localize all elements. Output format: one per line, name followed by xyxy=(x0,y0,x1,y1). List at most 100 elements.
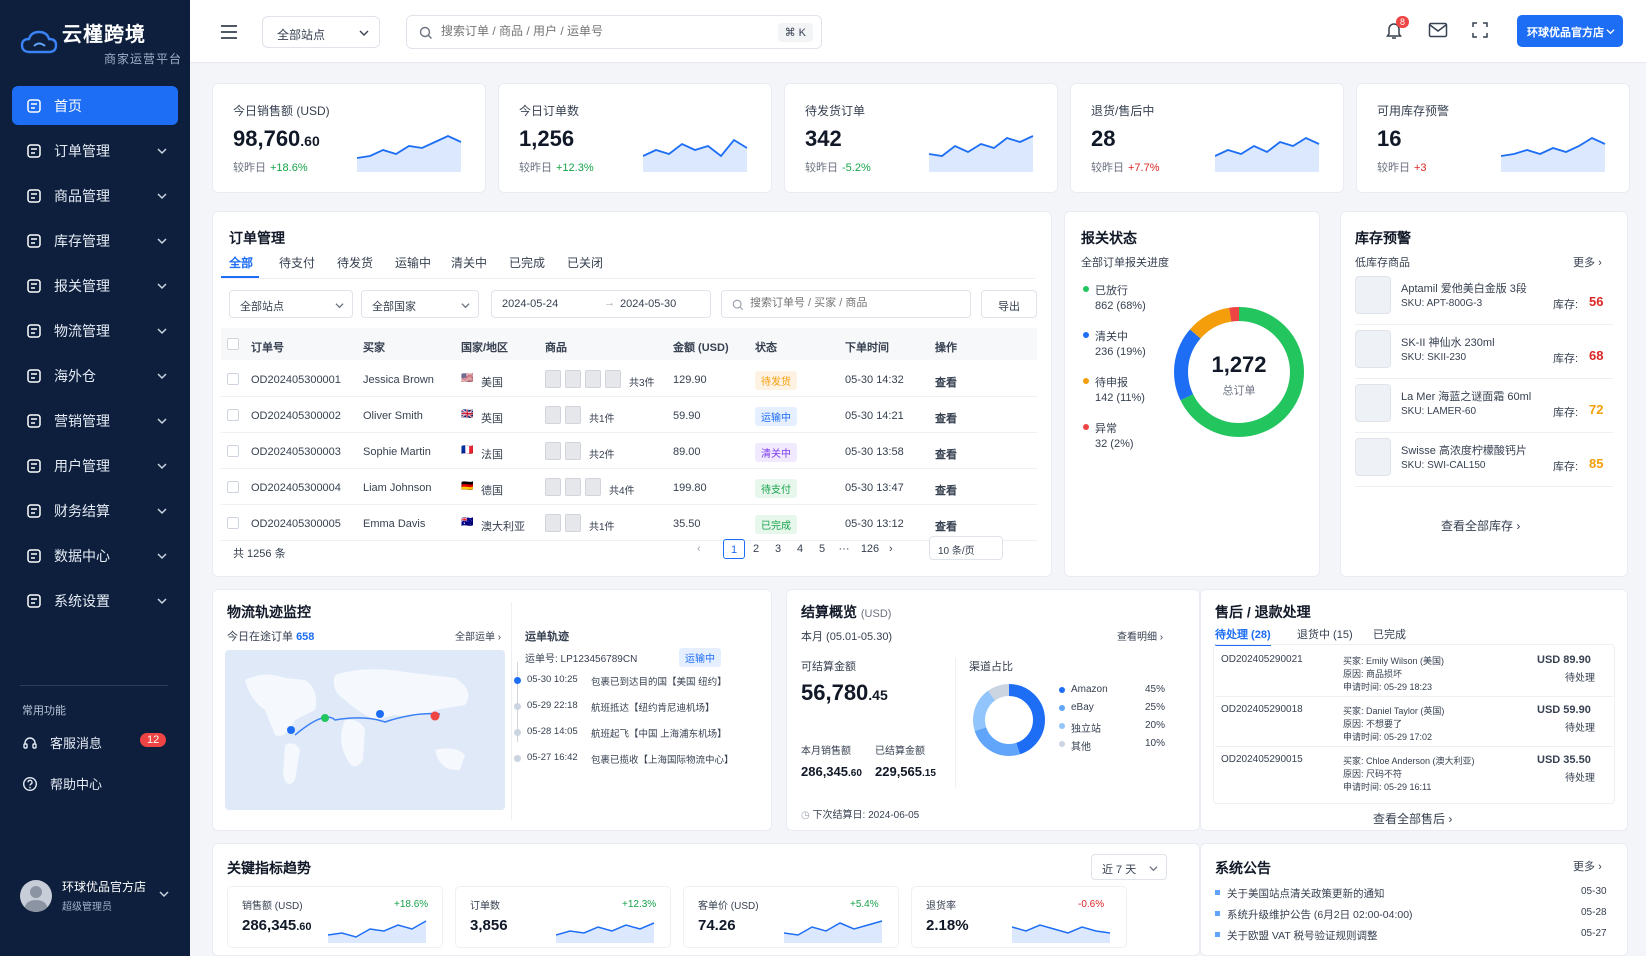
order-id-link[interactable]: OD202405300003 xyxy=(251,446,341,458)
aftersale-order-id[interactable]: OD202405290018 xyxy=(1221,704,1303,715)
mail-icon[interactable] xyxy=(1428,22,1448,38)
global-search-input[interactable] xyxy=(441,24,741,38)
row-checkbox[interactable] xyxy=(227,445,239,457)
view-order-link[interactable]: 查看 xyxy=(935,410,957,426)
page-button[interactable]: 2 xyxy=(745,539,767,559)
notice-text[interactable]: 关于欧盟 VAT 税号验证规则调整 xyxy=(1227,928,1378,943)
site-filter[interactable]: 全部站点 xyxy=(229,290,353,318)
order-tab-0[interactable]: 全部 xyxy=(229,254,253,271)
order-tab-5[interactable]: 已完成 xyxy=(509,254,545,271)
inventory-title: 库存预警 xyxy=(1355,230,1411,246)
sidebar-item-data[interactable]: 数据中心 xyxy=(12,536,178,575)
page-size-select[interactable]: 10 条/页 xyxy=(929,536,1003,560)
view-all-inventory-link[interactable]: 查看全部库存 › xyxy=(1441,517,1520,534)
chevron-right-icon: › xyxy=(1516,519,1521,533)
aftersale-tab-1[interactable]: 退货中 (15) xyxy=(1297,626,1353,642)
row-checkbox[interactable] xyxy=(227,373,239,385)
product-thumbnail xyxy=(565,478,581,496)
inventory-more-link[interactable]: 更多 › xyxy=(1573,254,1602,270)
sidebar-item-customs[interactable]: 报关管理 xyxy=(12,266,178,305)
sidebar-item-stock[interactable]: 库存管理 xyxy=(12,221,178,260)
order-search-input[interactable] xyxy=(750,297,950,309)
page-button[interactable]: 1 xyxy=(723,539,745,559)
page-button[interactable]: 5 xyxy=(811,539,833,559)
select-all-checkbox[interactable] xyxy=(227,338,239,350)
export-button[interactable]: 导出 xyxy=(981,290,1037,318)
sidebar-item-help-center[interactable]: 帮助中心 xyxy=(22,774,102,793)
page-button[interactable]: 4 xyxy=(789,539,811,559)
prev-page-icon[interactable]: ‹ xyxy=(697,543,701,555)
view-order-link[interactable]: 查看 xyxy=(935,482,957,498)
sidebar-item-marketing[interactable]: 营销管理 xyxy=(12,401,178,440)
sidebar-item-truck[interactable]: 物流管理 xyxy=(12,311,178,350)
order-id-link[interactable]: OD202405300002 xyxy=(251,410,341,422)
view-all-aftersale-link[interactable]: 查看全部售后 › xyxy=(1373,810,1452,827)
order-tab-3[interactable]: 运输中 xyxy=(395,254,431,271)
chevron-down-icon xyxy=(156,144,168,156)
brand-logo[interactable]: 云槿跨境 商家运营平台 xyxy=(20,18,182,67)
export-label: 导出 xyxy=(998,301,1020,313)
row-checkbox[interactable] xyxy=(227,517,239,529)
kpi-range-select[interactable]: 近 7 天 xyxy=(1091,854,1167,880)
row-checkbox[interactable] xyxy=(227,481,239,493)
order-search[interactable] xyxy=(721,290,971,318)
channel-donut-chart xyxy=(973,684,1045,756)
sidebar-nav: 首页订单管理商品管理库存管理报关管理物流管理海外仓营销管理用户管理财务结算数据中… xyxy=(12,86,178,626)
view-order-link[interactable]: 查看 xyxy=(935,374,957,390)
menu-icon[interactable] xyxy=(220,24,238,40)
all-waybills-link[interactable]: 全部运单 › xyxy=(455,628,501,643)
product-name[interactable]: La Mer 海蓝之谜面霜 60ml xyxy=(1401,388,1531,404)
sidebar-item-home[interactable]: 首页 xyxy=(12,86,178,125)
sidebar-item-users[interactable]: 用户管理 xyxy=(12,446,178,485)
order-tab-2[interactable]: 待发货 xyxy=(337,254,373,271)
page-button[interactable]: ··· xyxy=(833,539,855,559)
notification-button[interactable]: 8 xyxy=(1384,16,1410,42)
date-range-picker[interactable]: 2024-05-24 → 2024-05-30 xyxy=(491,290,711,318)
row-checkbox[interactable] xyxy=(227,409,239,421)
view-order-link[interactable]: 查看 xyxy=(935,446,957,462)
order-tab-6[interactable]: 已关闭 xyxy=(567,254,603,271)
item-count: 共4件 xyxy=(609,486,635,497)
order-id-link[interactable]: OD202405300001 xyxy=(251,374,341,386)
country-filter[interactable]: 全部国家 xyxy=(361,290,479,318)
notices-more-link[interactable]: 更多 › xyxy=(1573,858,1602,874)
sidebar-item-customer-messages[interactable]: 客服消息 12 xyxy=(22,733,167,752)
channel-percent: 25% xyxy=(1145,702,1166,713)
aftersale-order-id[interactable]: OD202405290015 xyxy=(1221,754,1303,765)
brand-name: 云槿跨境 xyxy=(62,24,146,46)
notice-text[interactable]: 关于美国站点清关政策更新的通知 xyxy=(1227,886,1385,901)
user-profile[interactable]: 环球优品官方店 超级管理员 xyxy=(20,878,170,913)
fullscreen-icon[interactable] xyxy=(1472,22,1488,38)
settlement-detail-link[interactable]: 查看明细 › xyxy=(1117,628,1163,643)
settlement-card: 结算概览 (USD) 本月 (05.01-05.30) 查看明细 › 可结算金额… xyxy=(786,589,1200,831)
page-button[interactable]: 3 xyxy=(767,539,789,559)
item-count: 共3件 xyxy=(629,378,655,389)
next-page-icon[interactable]: › xyxy=(889,543,893,555)
product-thumbnail xyxy=(565,442,581,460)
sidebar-item-warehouse[interactable]: 海外仓 xyxy=(12,356,178,395)
order-id-link[interactable]: OD202405300005 xyxy=(251,518,341,530)
aftersale-tab-2[interactable]: 已完成 xyxy=(1373,626,1406,642)
kpi-value-int: 2.18% xyxy=(926,917,969,934)
product-name[interactable]: Aptamil 爱他美白金版 3段 xyxy=(1401,280,1527,296)
site-select[interactable]: 全部站点 xyxy=(262,16,380,48)
product-name[interactable]: SK-II 神仙水 230ml xyxy=(1401,334,1495,350)
aftersale-amount: USD 89.90 xyxy=(1537,654,1591,666)
order-id-link[interactable]: OD202405300004 xyxy=(251,482,341,494)
sidebar-item-goods[interactable]: 商品管理 xyxy=(12,176,178,215)
page-button[interactable]: 126 xyxy=(855,539,885,559)
notice-text[interactable]: 系统升级维护公告 (6月2日 02:00-04:00) xyxy=(1227,907,1413,922)
customs-status-value: 236 (19%) xyxy=(1095,346,1146,358)
sidebar-item-settings[interactable]: 系统设置 xyxy=(12,581,178,620)
sidebar-item-finance[interactable]: 财务结算 xyxy=(12,491,178,530)
aftersale-order-id[interactable]: OD202405290021 xyxy=(1221,654,1303,665)
view-order-link[interactable]: 查看 xyxy=(935,518,957,534)
stat-compare-label: 较昨日 xyxy=(805,162,838,174)
sidebar-item-order[interactable]: 订单管理 xyxy=(12,131,178,170)
product-name[interactable]: Swisse 高浓度柠檬酸钙片 xyxy=(1401,442,1527,458)
order-tab-4[interactable]: 清关中 xyxy=(451,254,487,271)
shop-switch-button[interactable]: 环球优品官方店 xyxy=(1517,15,1623,47)
global-search[interactable]: ⌘ K xyxy=(406,15,822,49)
aftersale-tab-0[interactable]: 待处理 (28) xyxy=(1215,626,1271,646)
order-tab-1[interactable]: 待支付 xyxy=(279,254,315,271)
